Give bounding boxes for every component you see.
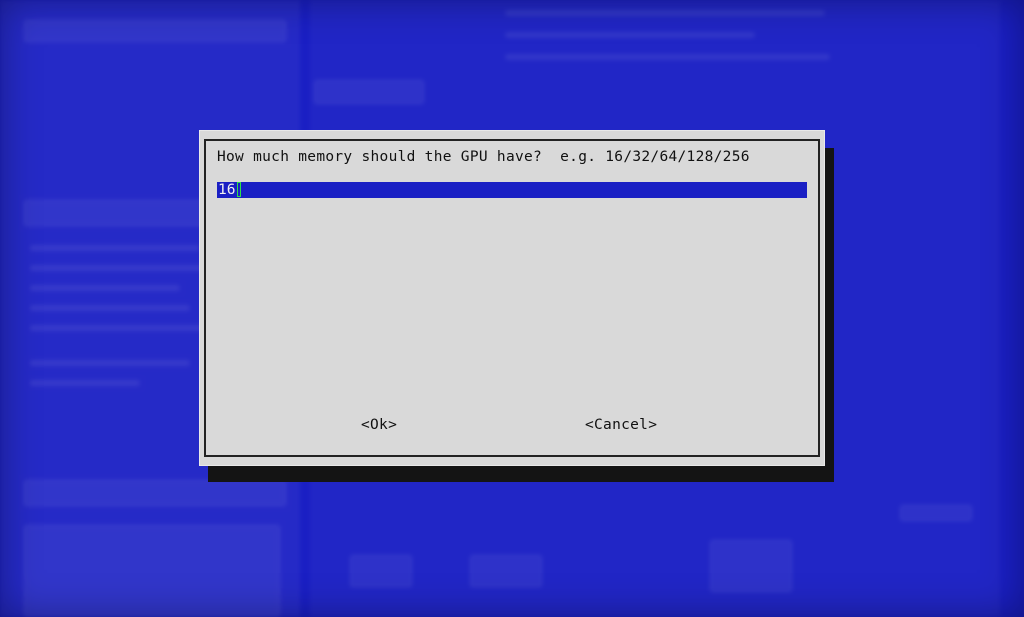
background-line bbox=[505, 32, 755, 38]
gpu-memory-input[interactable]: 16 bbox=[217, 182, 807, 198]
background-line bbox=[30, 360, 190, 366]
ok-button[interactable]: <Ok> bbox=[361, 417, 397, 433]
background-line bbox=[30, 380, 140, 386]
background-line bbox=[505, 54, 830, 60]
gpu-memory-dialog: How much memory should the GPU have? e.g… bbox=[199, 130, 825, 466]
background-panel bbox=[24, 480, 286, 506]
background-panel bbox=[710, 540, 792, 592]
background-line bbox=[30, 285, 180, 291]
background-line bbox=[505, 10, 825, 16]
background-line bbox=[30, 245, 200, 251]
background-panel bbox=[470, 555, 542, 587]
text-cursor bbox=[237, 182, 241, 197]
background-panel bbox=[24, 20, 286, 42]
cancel-button[interactable]: <Cancel> bbox=[585, 417, 657, 433]
background-line bbox=[30, 305, 190, 311]
dialog-prompt: How much memory should the GPU have? e.g… bbox=[217, 149, 750, 165]
background-chart bbox=[24, 525, 280, 617]
background-panel bbox=[350, 555, 412, 587]
background-line bbox=[30, 265, 210, 271]
input-value: 16 bbox=[218, 182, 236, 198]
background-panel bbox=[900, 505, 972, 521]
background-button bbox=[314, 80, 424, 104]
